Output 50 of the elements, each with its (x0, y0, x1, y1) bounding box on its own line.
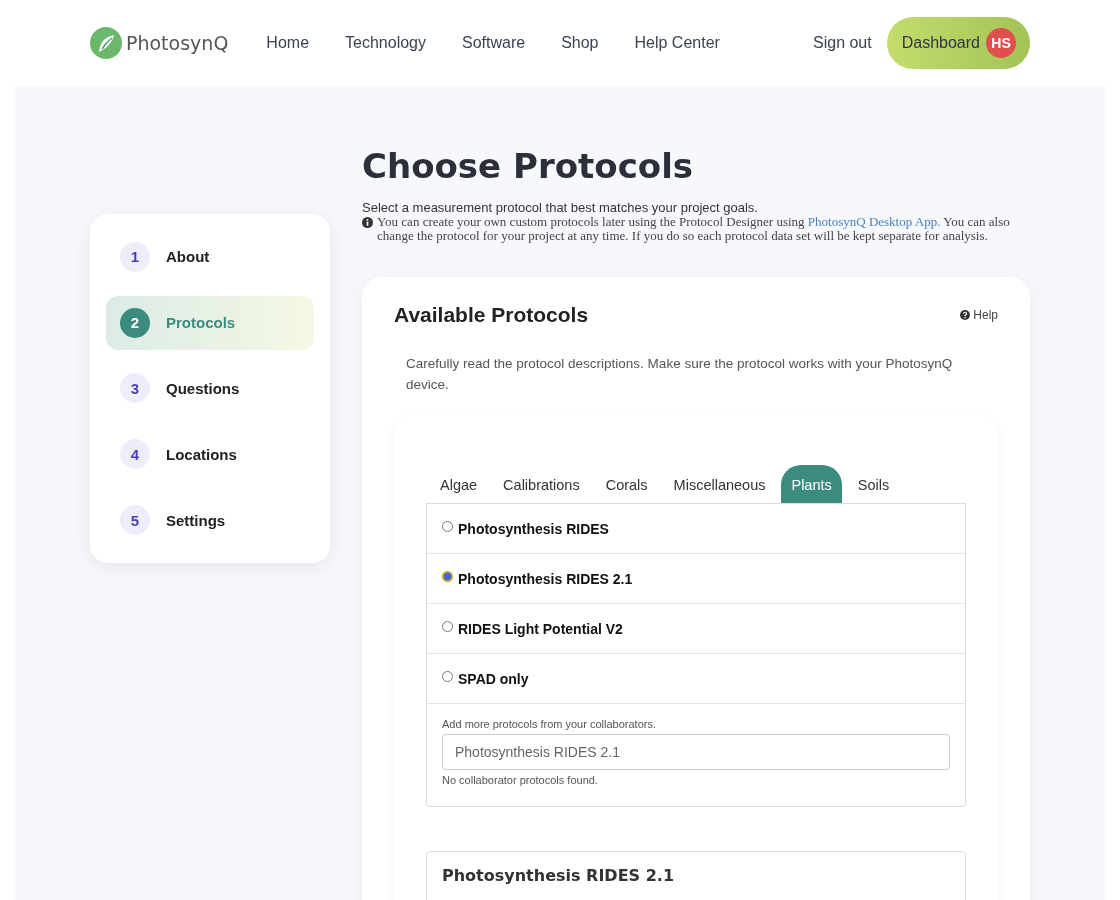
nav-link[interactable]: Software (462, 34, 526, 52)
category-tab[interactable]: Miscellaneous (663, 465, 776, 503)
protocol-name[interactable]: RIDES Light Potential V2 (458, 620, 623, 637)
category-tab[interactable]: Algae (430, 465, 488, 503)
leaf-logo-icon (90, 27, 122, 59)
page-title: Choose Protocols (362, 146, 695, 186)
dashboard-button[interactable]: Dashboard HS (886, 17, 1030, 69)
category-tab[interactable]: Calibrations (493, 465, 590, 503)
step-number: 2 (120, 307, 150, 338)
protocol-name[interactable]: Photosynthesis RIDES 2.1 (458, 570, 633, 587)
category-tab[interactable]: Soils (847, 465, 900, 503)
nav-link[interactable]: Home (266, 34, 310, 52)
help-link[interactable]: Help (960, 308, 998, 322)
step-item[interactable]: 1 About (106, 230, 314, 284)
category-tab[interactable]: Plants (781, 465, 842, 503)
note-text: You can create your own custom protocols later using the Protocol Designer using PhotosynQ Desktop App. You can also change the protocol for your project at any time. If you do so each protocol data set will be kept separate for analysis. (377, 215, 1011, 243)
step-item[interactable]: 4 Locations (106, 427, 314, 482)
step-item[interactable]: 2 Protocols (106, 295, 314, 350)
step-number: 3 (120, 373, 150, 404)
step-label: Settings (166, 511, 226, 529)
step-label: Locations (166, 445, 237, 463)
step-label: Protocols (166, 314, 236, 332)
category-tab[interactable]: Corals (595, 465, 658, 503)
page-subtitle: Select a measurement protocol that best matches your project goals. (362, 200, 759, 215)
step-label: About (166, 248, 210, 266)
avatar-initials[interactable]: HS (986, 28, 1016, 58)
protocol-radio[interactable] (442, 571, 453, 582)
step-number: 5 (120, 505, 150, 536)
dashboard-label[interactable]: Dashboard (901, 34, 980, 52)
card-description: Carefully read the protocol descriptions. Make sure the protocol works with your PhotosynQ device. (406, 355, 954, 394)
nav-link[interactable]: Shop (561, 34, 599, 52)
nav-link[interactable]: Help Center (634, 34, 720, 52)
help-icon (960, 310, 971, 320)
desktop-app-link[interactable]: PhotosynQ Desktop App. (807, 214, 941, 229)
collaborator-search-field[interactable]: Photosynthesis RIDES 2.1 (442, 734, 950, 770)
step-number: 4 (120, 439, 150, 470)
collaborator-hint: No collaborator protocols found. (442, 774, 599, 786)
nav-link[interactable]: Technology (345, 34, 426, 52)
sign-out-link[interactable]: Sign out (813, 34, 872, 52)
protocol-name[interactable]: SPAD only (458, 670, 529, 687)
logo-text[interactable]: PhotosynQ (126, 32, 229, 54)
card-title: Available Protocols (394, 303, 589, 327)
step-item[interactable]: 3 Questions (106, 361, 314, 416)
collaborator-label: Add more protocols from your collaborators. (442, 718, 657, 730)
step-label: Questions (166, 380, 240, 397)
info-icon (362, 217, 373, 228)
step-number: 1 (120, 241, 150, 272)
protocol-detail-title: Photosynthesis RIDES 2.1 (442, 866, 675, 885)
protocol-name[interactable]: Photosynthesis RIDES (458, 520, 609, 537)
step-item[interactable]: 5 Settings (106, 493, 314, 547)
